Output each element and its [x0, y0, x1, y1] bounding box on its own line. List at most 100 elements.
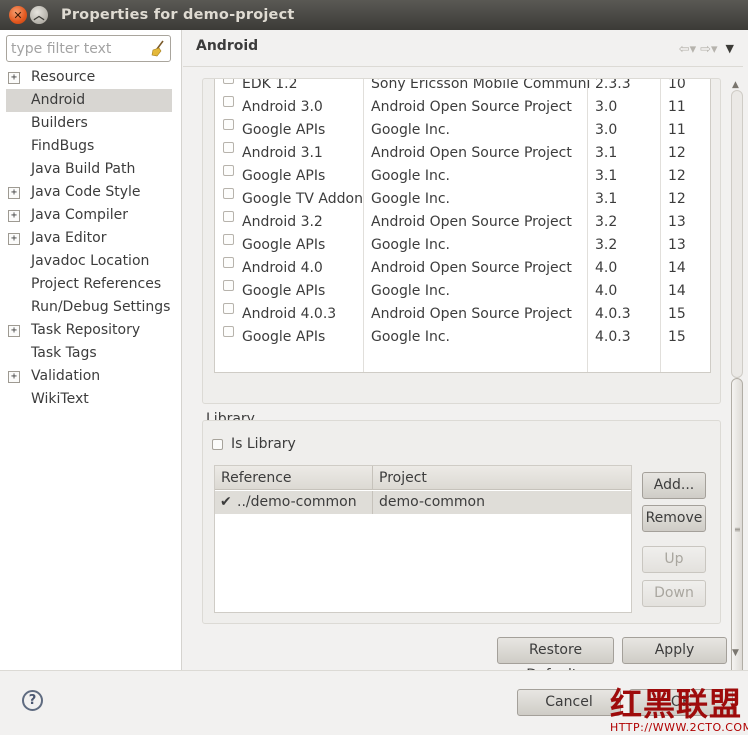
target-platform-cell: 3.2: [595, 237, 618, 253]
library-reference-table[interactable]: Reference Project ✔ ../demo-common demo-…: [214, 465, 632, 613]
tree-item-java-code-style[interactable]: + Java Code Style: [0, 181, 182, 204]
is-library-checkbox[interactable]: Is Library: [212, 436, 296, 452]
table-row[interactable]: Android 3.2 Android Open Source Project 3.…: [215, 211, 710, 234]
table-row[interactable]: Google APIs Google Inc. 3.2 13: [215, 234, 710, 257]
checkbox-box[interactable]: [212, 438, 223, 450]
target-checkbox[interactable]: [223, 96, 234, 107]
table-row[interactable]: Google TV Addon Google Inc. 3.1 12: [215, 188, 710, 211]
table-row[interactable]: EDK 1.2 Sony Ericsson Mobile Communica 2.3…: [215, 79, 710, 96]
watermark-text: 红黑联盟: [610, 685, 743, 723]
is-library-label: Is Library: [231, 436, 296, 452]
table-row[interactable]: Google APIs Google Inc. 4.0 14: [215, 280, 710, 303]
target-checkbox[interactable]: [223, 165, 234, 176]
target-checkbox[interactable]: [223, 119, 234, 130]
page-title: Android: [196, 38, 259, 54]
scroll-thumb[interactable]: [731, 378, 743, 690]
close-window-icon[interactable]: ✕: [9, 6, 27, 24]
target-checkbox[interactable]: [223, 188, 234, 199]
target-checkbox[interactable]: [223, 234, 234, 245]
help-icon[interactable]: ?: [22, 690, 43, 711]
filter-input[interactable]: [7, 36, 147, 61]
tree-item-java-editor[interactable]: + Java Editor: [0, 227, 182, 250]
tree-item-validation[interactable]: + Validation: [0, 365, 182, 388]
move-down-button[interactable]: Down: [642, 580, 706, 607]
target-name-cell: Android 4.0: [242, 260, 323, 276]
project-cell: demo-common: [379, 494, 485, 510]
tree-item-project-references[interactable]: Project References: [0, 273, 182, 296]
target-checkbox[interactable]: [223, 280, 234, 291]
tree-item-wikitext[interactable]: WikiText: [0, 388, 182, 411]
tree-item-builders[interactable]: Builders: [0, 112, 182, 135]
tree-item-label: Run/Debug Settings: [31, 299, 171, 315]
checkmark-icon: ✔: [220, 494, 232, 510]
table-row[interactable]: Android 4.0.3 Android Open Source Project…: [215, 303, 710, 326]
add-library-button[interactable]: Add...: [642, 472, 706, 499]
table-row[interactable]: Google APIs Google Inc. 3.1 12: [215, 165, 710, 188]
back-arrow-icon[interactable]: ⇦▾: [679, 42, 696, 57]
restore-defaults-button[interactable]: Restore Defaults: [497, 637, 614, 683]
table-row[interactable]: Android 3.1 Android Open Source Project 3.…: [215, 142, 710, 165]
expand-plus-icon[interactable]: +: [8, 72, 20, 84]
target-name-cell: Google TV Addon: [242, 191, 363, 207]
expand-plus-icon[interactable]: +: [8, 187, 20, 199]
target-checkbox[interactable]: [223, 257, 234, 268]
page-scrollbar[interactable]: ▲ ≡ ▼: [730, 80, 744, 690]
expand-plus-icon[interactable]: +: [8, 233, 20, 245]
target-checkbox[interactable]: [223, 79, 234, 84]
target-checkbox[interactable]: [223, 142, 234, 153]
reference-column-header[interactable]: Reference: [221, 466, 292, 490]
target-name-cell: Android 3.1: [242, 145, 323, 161]
tree-item-label: WikiText: [31, 391, 89, 407]
move-up-button[interactable]: Up: [642, 546, 706, 573]
target-platform-cell: 3.1: [595, 145, 618, 161]
table-row[interactable]: Google APIs Google Inc. 3.0 11: [215, 119, 710, 142]
remove-library-button[interactable]: Remove: [642, 505, 706, 532]
tree-item-resource[interactable]: + Resource: [0, 66, 182, 89]
table-row[interactable]: Google APIs Google Inc. 4.0.3 15: [215, 326, 710, 349]
project-column-header[interactable]: Project: [379, 466, 427, 490]
target-name-cell: Google APIs: [242, 329, 326, 345]
expand-plus-icon[interactable]: +: [8, 210, 20, 222]
clear-filter-icon[interactable]: [151, 40, 165, 57]
tree-item-java-compiler[interactable]: + Java Compiler: [0, 204, 182, 227]
scroll-track[interactable]: [731, 90, 743, 378]
expand-plus-icon[interactable]: +: [8, 371, 20, 383]
target-checkbox[interactable]: [223, 303, 234, 314]
tree-item-run-debug-settings[interactable]: Run/Debug Settings: [0, 296, 182, 319]
table-row[interactable]: Android 3.0 Android Open Source Project 3.…: [215, 96, 710, 119]
table-row[interactable]: ✔ ../demo-common demo-common: [215, 491, 631, 514]
tree-item-javadoc-location[interactable]: Javadoc Location: [0, 250, 182, 273]
table-row[interactable]: Android 4.0 Android Open Source Project 4.…: [215, 257, 710, 280]
target-api-cell: 10: [668, 79, 686, 92]
view-menu-icon[interactable]: ▼: [726, 42, 734, 57]
target-api-cell: 12: [668, 191, 686, 207]
target-name-cell: Google APIs: [242, 237, 326, 253]
reference-cell: ../demo-common: [237, 494, 357, 510]
tree-item-java-build-path[interactable]: Java Build Path: [0, 158, 182, 181]
apply-button[interactable]: Apply: [622, 637, 727, 664]
target-vendor-cell: Google Inc.: [371, 283, 450, 299]
expand-plus-icon[interactable]: +: [8, 325, 20, 337]
grip-icon: ≡: [734, 525, 741, 534]
scroll-up-arrow-icon[interactable]: ▲: [732, 80, 739, 90]
target-checkbox[interactable]: [223, 211, 234, 222]
tree-item-label: Java Build Path: [31, 161, 136, 177]
tree-item-label: Java Editor: [31, 230, 107, 246]
target-api-cell: 15: [668, 329, 686, 345]
window-titlebar: ✕ ︿ Properties for demo-project: [0, 0, 748, 30]
build-target-table[interactable]: EDK 1.2 Sony Ericsson Mobile Communica 2.3…: [214, 79, 711, 373]
filter-field[interactable]: [6, 35, 171, 62]
maximize-window-icon[interactable]: ︿: [30, 6, 48, 24]
tree-item-findbugs[interactable]: FindBugs: [0, 135, 182, 158]
properties-tree: + Resource Android Builders FindBugs Java Bui…: [0, 66, 182, 411]
target-checkbox[interactable]: [223, 326, 234, 337]
target-vendor-cell: Google Inc.: [371, 122, 450, 138]
tree-item-task-repository[interactable]: + Task Repository: [0, 319, 182, 342]
tree-item-task-tags[interactable]: Task Tags: [0, 342, 182, 365]
target-platform-cell: 3.1: [595, 191, 618, 207]
target-vendor-cell: Android Open Source Project: [371, 260, 572, 276]
scroll-down-arrow-icon[interactable]: ▼: [732, 648, 739, 658]
target-api-cell: 11: [668, 122, 686, 138]
forward-arrow-icon[interactable]: ⇨▾: [700, 42, 717, 57]
tree-item-android[interactable]: Android: [6, 89, 172, 112]
